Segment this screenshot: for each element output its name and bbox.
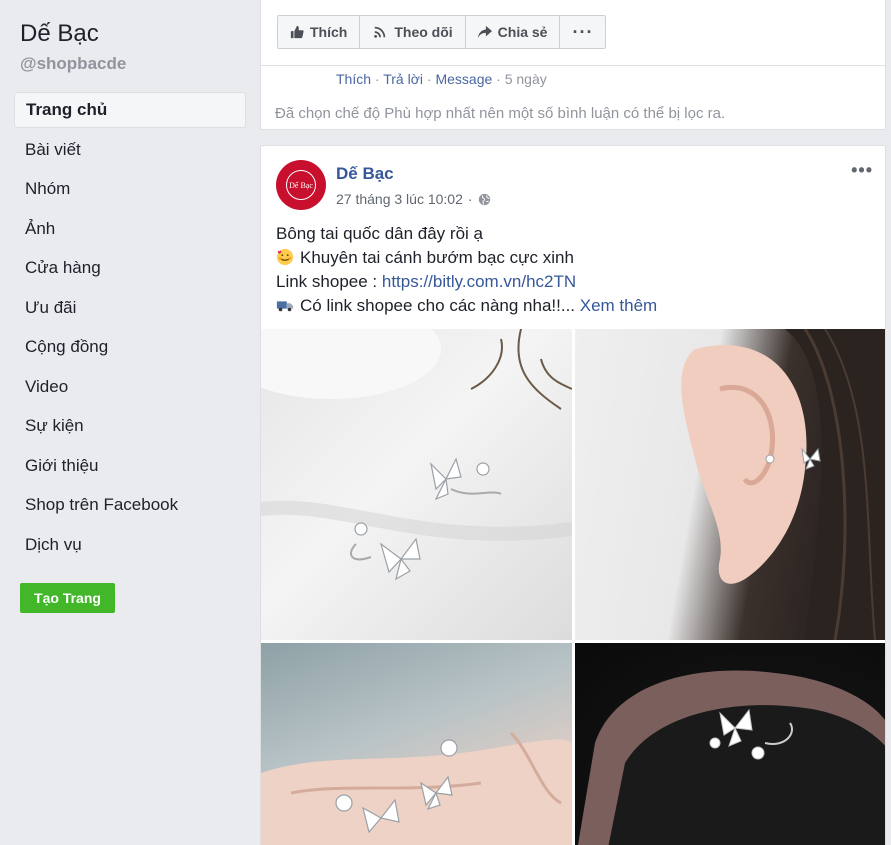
comment-time[interactable]: 5 ngày bbox=[505, 71, 547, 87]
earrings-held-in-hand-image bbox=[261, 731, 572, 845]
separator: · bbox=[423, 71, 436, 87]
earring-on-ear-image bbox=[681, 329, 885, 640]
page-handle[interactable]: @shopbacde bbox=[20, 54, 126, 74]
post-timestamp-row: 27 tháng 3 lúc 10:02 · bbox=[336, 191, 491, 207]
delivery-truck-icon bbox=[276, 301, 294, 312]
separator: · bbox=[371, 71, 384, 87]
page-name[interactable]: Dế Bạc bbox=[20, 20, 99, 48]
post-line: Khuyên tai cánh bướm bạc cực xinh bbox=[276, 246, 876, 270]
post-photo-1[interactable] bbox=[261, 329, 572, 640]
post-options-button[interactable]: ••• bbox=[851, 160, 873, 181]
earring-in-box-image bbox=[578, 670, 885, 845]
sidebar-item-photos[interactable]: Ảnh bbox=[14, 211, 246, 251]
more-actions-button[interactable]: ··· bbox=[560, 16, 605, 48]
comment-like-link[interactable]: Thích bbox=[336, 71, 371, 87]
main-column: Thích Theo dõi Chia sẻ ··· Thích · Trả l… bbox=[259, 0, 891, 845]
comment-reply-link[interactable]: Trả lời bbox=[383, 71, 423, 87]
sidebar-item-community[interactable]: Cộng đồng bbox=[14, 329, 246, 369]
page-sidebar: Dế Bạc @shopbacde Trang chủ Bài viết Nhó… bbox=[0, 0, 259, 845]
sidebar-item-services[interactable]: Dịch vụ bbox=[14, 527, 246, 567]
sidebar-item-facebook-shop[interactable]: Shop trên Facebook bbox=[14, 487, 246, 527]
sidebar-nav: Trang chủ Bài viết Nhóm Ảnh Cửa hàng Ưu … bbox=[14, 92, 246, 566]
like-label: Thích bbox=[310, 24, 348, 40]
post-line: Có link shopee cho các nàng nha!!... Xem… bbox=[276, 294, 876, 318]
share-page-button[interactable]: Chia sẻ bbox=[466, 16, 561, 48]
comment-meta: Thích · Trả lời · Message · 5 ngày bbox=[336, 71, 547, 87]
post-author[interactable]: Dế Bạc bbox=[336, 164, 394, 184]
post-line-text: Link shopee : bbox=[276, 272, 382, 291]
follow-page-button[interactable]: Theo dõi bbox=[360, 16, 466, 48]
shopee-link[interactable]: https://bitly.com.vn/hc2TN bbox=[382, 272, 576, 291]
share-label: Chia sẻ bbox=[497, 24, 548, 40]
post-line-text: Khuyên tai cánh bướm bạc cực xinh bbox=[300, 248, 574, 267]
previous-post-card: Thích Theo dõi Chia sẻ ··· Thích · Trả l… bbox=[260, 0, 886, 130]
avatar-logo: Dế Bạc bbox=[286, 170, 316, 200]
sidebar-item-groups[interactable]: Nhóm bbox=[14, 171, 246, 211]
page-avatar[interactable]: Dế Bạc bbox=[276, 160, 326, 210]
post-time[interactable]: 27 tháng 3 lúc 10:02 bbox=[336, 191, 463, 207]
post-photo-3[interactable] bbox=[261, 643, 572, 845]
sidebar-item-about[interactable]: Giới thiệu bbox=[14, 448, 246, 488]
post-body: Bông tai quốc dân đây rồi ạ Khuyên tai c… bbox=[276, 222, 876, 318]
sidebar-item-shop[interactable]: Cửa hàng bbox=[14, 250, 246, 290]
sidebar-item-offers[interactable]: Ưu đãi bbox=[14, 290, 246, 330]
smiling-face-with-hearts-icon bbox=[276, 248, 294, 266]
post-line: Bông tai quốc dân đây rồi ạ bbox=[276, 224, 483, 243]
like-page-button[interactable]: Thích bbox=[278, 16, 361, 48]
sidebar-item-events[interactable]: Sự kiện bbox=[14, 408, 246, 448]
sidebar-item-posts[interactable]: Bài viết bbox=[14, 132, 246, 172]
follow-label: Theo dõi bbox=[394, 24, 453, 40]
post-line-text: Có link shopee cho các nàng nha!!... bbox=[300, 296, 580, 315]
page-action-bar: Thích Theo dõi Chia sẻ ··· bbox=[277, 15, 607, 49]
globe-icon[interactable] bbox=[478, 193, 491, 206]
post-photo-2[interactable] bbox=[575, 329, 885, 640]
divider bbox=[261, 65, 885, 66]
sidebar-item-video[interactable]: Video bbox=[14, 369, 246, 409]
create-page-button[interactable]: Tạo Trang bbox=[20, 583, 115, 613]
rss-icon bbox=[374, 26, 386, 38]
separator: · bbox=[492, 71, 505, 87]
comment-message-link[interactable]: Message bbox=[435, 71, 492, 87]
share-arrow-icon bbox=[477, 25, 492, 39]
post-card: Dế Bạc Dế Bạc 27 tháng 3 lúc 10:02 · •••… bbox=[260, 145, 886, 845]
sidebar-item-home[interactable]: Trang chủ bbox=[14, 92, 246, 128]
post-photo-4[interactable] bbox=[575, 643, 885, 845]
separator: · bbox=[467, 191, 473, 207]
see-more-link[interactable]: Xem thêm bbox=[580, 296, 657, 315]
thumbs-up-icon bbox=[290, 25, 304, 39]
post-line: Link shopee : https://bitly.com.vn/hc2TN bbox=[276, 270, 876, 294]
butterfly-earrings-flatlay-image bbox=[261, 329, 572, 581]
comment-filter-note: Đã chọn chế độ Phù hợp nhất nên một số b… bbox=[275, 105, 726, 122]
